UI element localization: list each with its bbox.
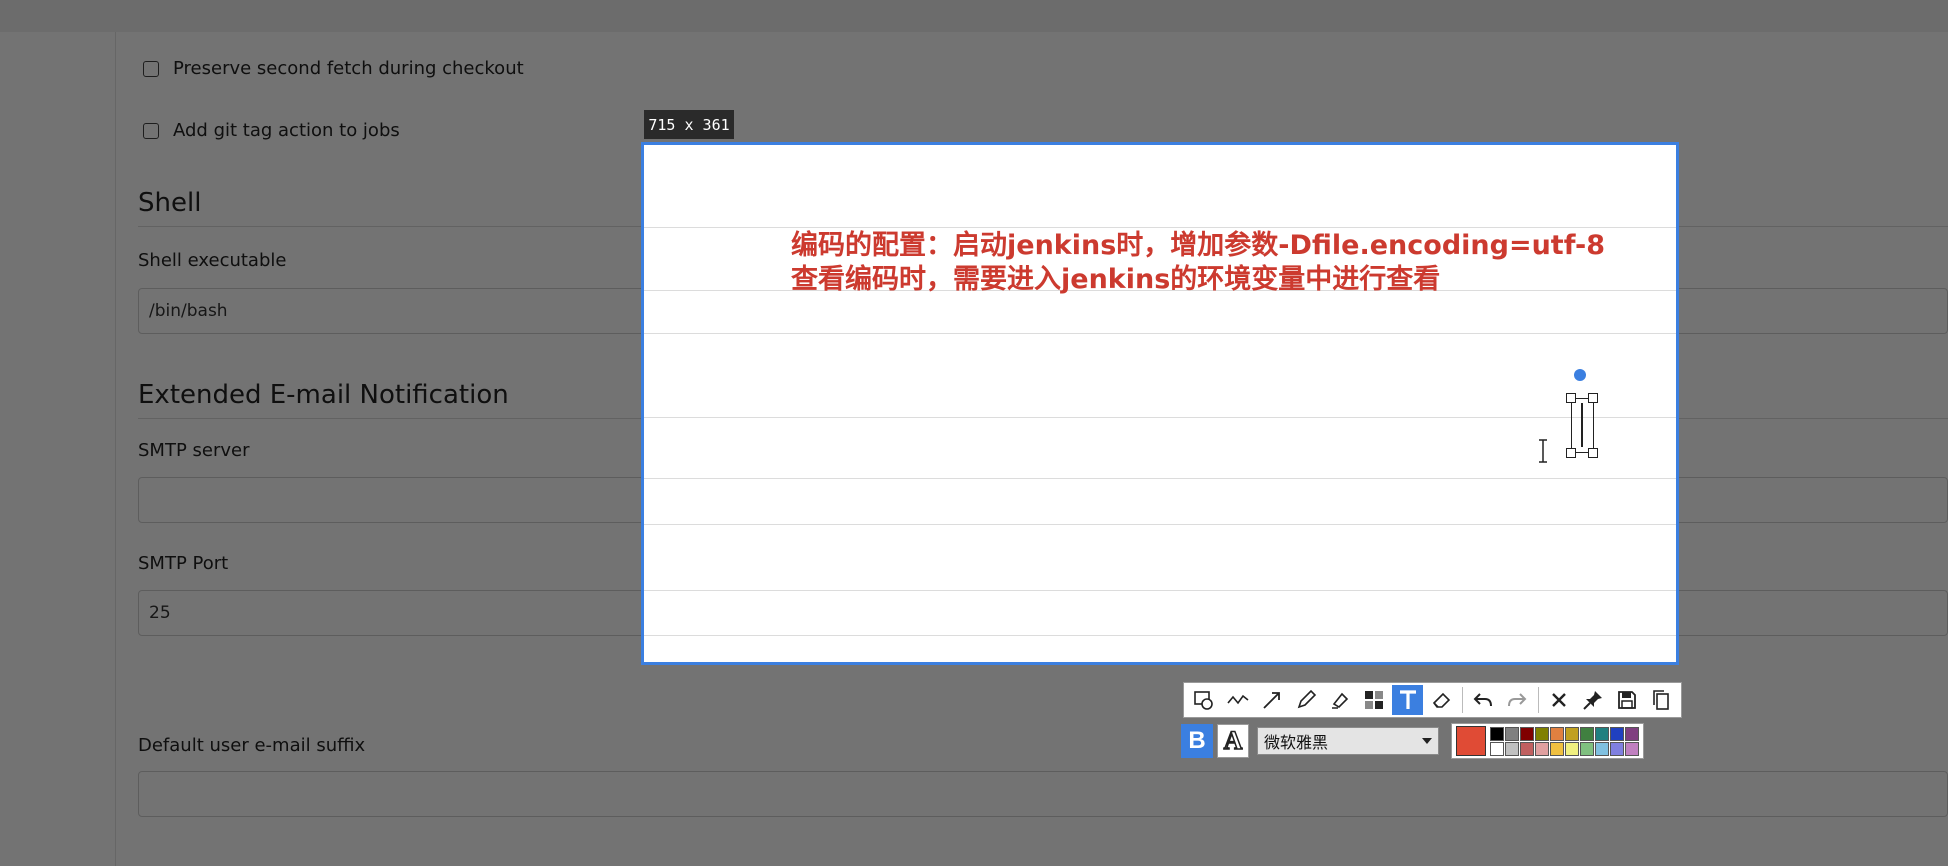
default-suffix-input[interactable] xyxy=(138,771,1948,817)
mosaic-icon xyxy=(1364,691,1383,709)
pencil-tool[interactable] xyxy=(1290,685,1321,715)
pencil-icon xyxy=(1297,689,1316,709)
current-color-swatch[interactable] xyxy=(1456,726,1486,756)
color-swatch[interactable] xyxy=(1550,726,1564,741)
top-bar xyxy=(0,0,1948,32)
color-swatch[interactable] xyxy=(1565,726,1579,741)
rotate-handle[interactable] xyxy=(1574,369,1586,381)
faint-line xyxy=(644,524,1676,525)
color-swatch[interactable] xyxy=(1595,741,1609,756)
pin-icon xyxy=(1583,691,1603,710)
toolbar-divider xyxy=(1537,687,1539,713)
color-swatch[interactable] xyxy=(1580,741,1594,756)
outline-text-icon: A xyxy=(1223,725,1243,756)
preserve-fetch-checkbox[interactable] xyxy=(143,60,159,77)
rectangle-tool[interactable] xyxy=(1188,685,1219,715)
email-section-title: Extended E-mail Notification xyxy=(138,380,509,410)
git-tag-checkbox[interactable] xyxy=(143,122,159,139)
color-swatch[interactable] xyxy=(1520,741,1534,756)
faint-line xyxy=(644,227,1676,228)
rectangle-icon xyxy=(1193,691,1213,710)
color-swatch[interactable] xyxy=(1625,741,1639,756)
save-icon xyxy=(1618,691,1637,709)
default-suffix-label: Default user e-mail suffix xyxy=(138,735,366,756)
copy-icon xyxy=(1653,690,1670,710)
undo-icon xyxy=(1474,693,1493,707)
smtp-port-label: SMTP Port xyxy=(138,553,229,574)
text-caret xyxy=(1581,403,1583,447)
marker-tool[interactable] xyxy=(1324,685,1355,715)
smtp-server-label: SMTP server xyxy=(138,440,250,461)
color-swatch[interactable] xyxy=(1580,726,1594,741)
faint-line xyxy=(644,635,1676,636)
marker-icon xyxy=(1331,692,1348,709)
git-tag-label: Add git tag action to jobs xyxy=(173,120,400,141)
font-select[interactable]: 微软雅黑 xyxy=(1257,727,1439,755)
undo-button[interactable] xyxy=(1468,685,1499,715)
color-swatch[interactable] xyxy=(1625,726,1639,741)
mosaic-tool[interactable] xyxy=(1358,685,1389,715)
copy-button[interactable] xyxy=(1646,685,1677,715)
color-swatch[interactable] xyxy=(1610,726,1624,741)
resize-handle[interactable] xyxy=(1566,448,1576,458)
color-swatch[interactable] xyxy=(1565,741,1579,756)
polyline-tool[interactable] xyxy=(1222,685,1253,715)
text-tool[interactable] xyxy=(1392,685,1423,715)
redo-button[interactable] xyxy=(1502,685,1533,715)
resize-handle[interactable] xyxy=(1588,393,1598,403)
color-swatch[interactable] xyxy=(1505,726,1519,741)
color-swatch[interactable] xyxy=(1505,741,1519,756)
text-tool-icon xyxy=(1399,690,1416,709)
color-swatch[interactable] xyxy=(1610,741,1624,756)
color-palette xyxy=(1451,723,1644,759)
annotation-line-2: 查看编码时，需要进入jenkins的环境变量中进行查看 xyxy=(791,264,1441,295)
preserve-fetch-row[interactable]: Preserve second fetch during checkout xyxy=(143,58,524,79)
color-swatch[interactable] xyxy=(1535,726,1549,741)
cancel-button[interactable] xyxy=(1544,685,1575,715)
arrow-icon xyxy=(1262,692,1280,709)
color-swatch[interactable] xyxy=(1595,726,1609,741)
outline-toggle[interactable]: A xyxy=(1217,724,1249,758)
polyline-icon xyxy=(1226,694,1248,705)
faint-line xyxy=(644,333,1676,334)
left-gutter xyxy=(0,32,116,866)
close-icon xyxy=(1552,693,1567,707)
eraser-tool[interactable] xyxy=(1426,685,1457,715)
text-style-toolbar: B A 微软雅黑 xyxy=(1181,722,1662,760)
color-swatch[interactable] xyxy=(1520,726,1534,741)
pin-button[interactable] xyxy=(1578,685,1609,715)
ibeam-cursor-icon xyxy=(1539,439,1547,463)
git-tag-row[interactable]: Add git tag action to jobs xyxy=(143,120,400,141)
annotation-text[interactable]: 编码的配置：启动jenkins时，增加参数-Dfile.encoding=utf… xyxy=(791,229,1605,297)
resize-handle[interactable] xyxy=(1588,448,1598,458)
palette-swatches xyxy=(1490,726,1639,756)
faint-line xyxy=(644,590,1676,591)
bold-icon: B xyxy=(1188,727,1206,754)
bold-toggle[interactable]: B xyxy=(1181,724,1213,758)
redo-icon xyxy=(1508,693,1527,707)
faint-line xyxy=(644,417,1676,418)
save-button[interactable] xyxy=(1612,685,1643,715)
chevron-down-icon xyxy=(1422,738,1432,744)
resize-handle[interactable] xyxy=(1566,393,1576,403)
shell-section-title: Shell xyxy=(138,188,202,218)
color-swatch[interactable] xyxy=(1550,741,1564,756)
eraser-icon xyxy=(1432,692,1450,708)
preserve-fetch-label: Preserve second fetch during checkout xyxy=(173,58,524,79)
faint-line xyxy=(644,478,1676,479)
color-swatch[interactable] xyxy=(1535,741,1549,756)
annotation-line-1: 编码的配置：启动jenkins时，增加参数-Dfile.encoding=utf… xyxy=(791,230,1605,261)
color-swatch[interactable] xyxy=(1490,726,1504,741)
capture-region[interactable]: 编码的配置：启动jenkins时，增加参数-Dfile.encoding=utf… xyxy=(641,142,1679,665)
arrow-tool[interactable] xyxy=(1256,685,1287,715)
shell-executable-label: Shell executable xyxy=(138,250,287,271)
annotation-toolbar xyxy=(1183,682,1682,718)
selection-size-label: 715 x 361 xyxy=(644,110,734,139)
toolbar-divider xyxy=(1462,687,1463,713)
font-select-value: 微软雅黑 xyxy=(1264,733,1329,752)
color-swatch[interactable] xyxy=(1490,741,1504,756)
